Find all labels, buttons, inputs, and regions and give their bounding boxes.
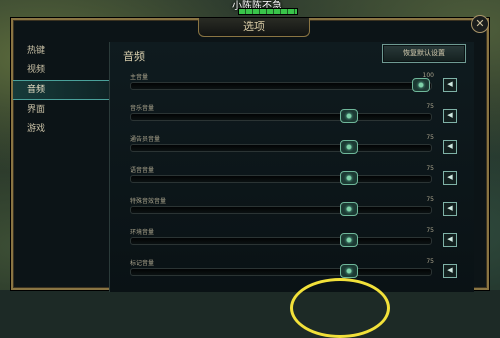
speaker-icon[interactable]: ◀ — [443, 233, 457, 247]
sidebar-item-interface[interactable]: 界面 — [13, 101, 107, 119]
options-dialog: 选项 热键 视频 音频 界面 游戏 音频 恢复默认设置 主音量 100 ◀ 音乐… — [11, 18, 489, 292]
speaker-icon[interactable]: ◀ — [443, 264, 457, 278]
slider-row: 标记音量 75 ◀ — [130, 258, 470, 288]
highlight-ring — [290, 278, 390, 338]
slider-label: 标记音量 — [130, 260, 155, 267]
slider-row: 通告员音量 75 ◀ — [130, 134, 470, 164]
slider-handle[interactable] — [339, 171, 358, 185]
slider-value: 75 — [426, 196, 434, 203]
slider-label: 环境音量 — [130, 229, 155, 236]
slider-handle[interactable] — [412, 78, 430, 92]
sidebar-item-video[interactable]: 视频 — [13, 61, 107, 79]
speaker-icon[interactable]: ◀ — [443, 202, 457, 216]
slider-value: 75 — [426, 103, 434, 110]
speaker-icon[interactable]: ◀ — [443, 171, 457, 185]
slider-track[interactable] — [130, 175, 432, 183]
section-title: 音频 — [123, 50, 145, 63]
slider-handle[interactable] — [339, 109, 358, 123]
dialog-title: 选项 — [198, 18, 310, 37]
speaker-icon[interactable]: ◀ — [443, 109, 457, 123]
slider-track[interactable] — [130, 113, 432, 121]
slider-row: 主音量 100 ◀ — [130, 72, 470, 102]
slider-label: 特殊音效音量 — [130, 198, 167, 205]
slider-handle[interactable] — [339, 202, 358, 216]
slider-row: 语音音量 75 ◀ — [130, 165, 470, 195]
slider-row: 环境音量 75 ◀ — [130, 227, 470, 257]
slider-track[interactable] — [130, 144, 432, 152]
sidebar-item-hotkeys[interactable]: 热键 — [13, 42, 107, 60]
slider-row: 特殊音效音量 75 ◀ — [130, 196, 470, 226]
slider-handle[interactable] — [339, 233, 358, 247]
slider-track[interactable] — [130, 206, 432, 214]
slider-handle[interactable] — [339, 140, 358, 154]
slider-track[interactable] — [130, 82, 432, 90]
slider-value: 75 — [426, 165, 434, 172]
slider-track[interactable] — [130, 237, 432, 245]
speaker-icon[interactable]: ◀ — [443, 78, 457, 92]
slider-row: 音乐音量 75 ◀ — [130, 103, 470, 133]
sidebar-item-audio[interactable]: 音频 — [13, 80, 109, 100]
slider-label: 音乐音量 — [130, 105, 155, 112]
close-icon[interactable]: ✕ — [471, 15, 489, 33]
audio-panel: 音频 恢复默认设置 主音量 100 ◀ 音乐音量 75 ◀ 通告员音量 75 ◀… — [109, 42, 474, 292]
slider-label: 主音量 — [130, 74, 149, 81]
speaker-icon[interactable]: ◀ — [443, 140, 457, 154]
slider-track[interactable] — [130, 268, 432, 276]
slider-label: 通告员音量 — [130, 136, 161, 143]
health-bar — [238, 8, 298, 15]
slider-value: 75 — [426, 134, 434, 141]
slider-handle[interactable] — [339, 264, 358, 278]
restore-defaults-button[interactable]: 恢复默认设置 — [382, 44, 466, 63]
options-sidebar: 热键 视频 音频 界面 游戏 — [13, 42, 109, 290]
slider-value: 75 — [426, 258, 434, 265]
slider-label: 语音音量 — [130, 167, 155, 174]
sidebar-item-game[interactable]: 游戏 — [13, 120, 107, 138]
slider-value: 75 — [426, 227, 434, 234]
